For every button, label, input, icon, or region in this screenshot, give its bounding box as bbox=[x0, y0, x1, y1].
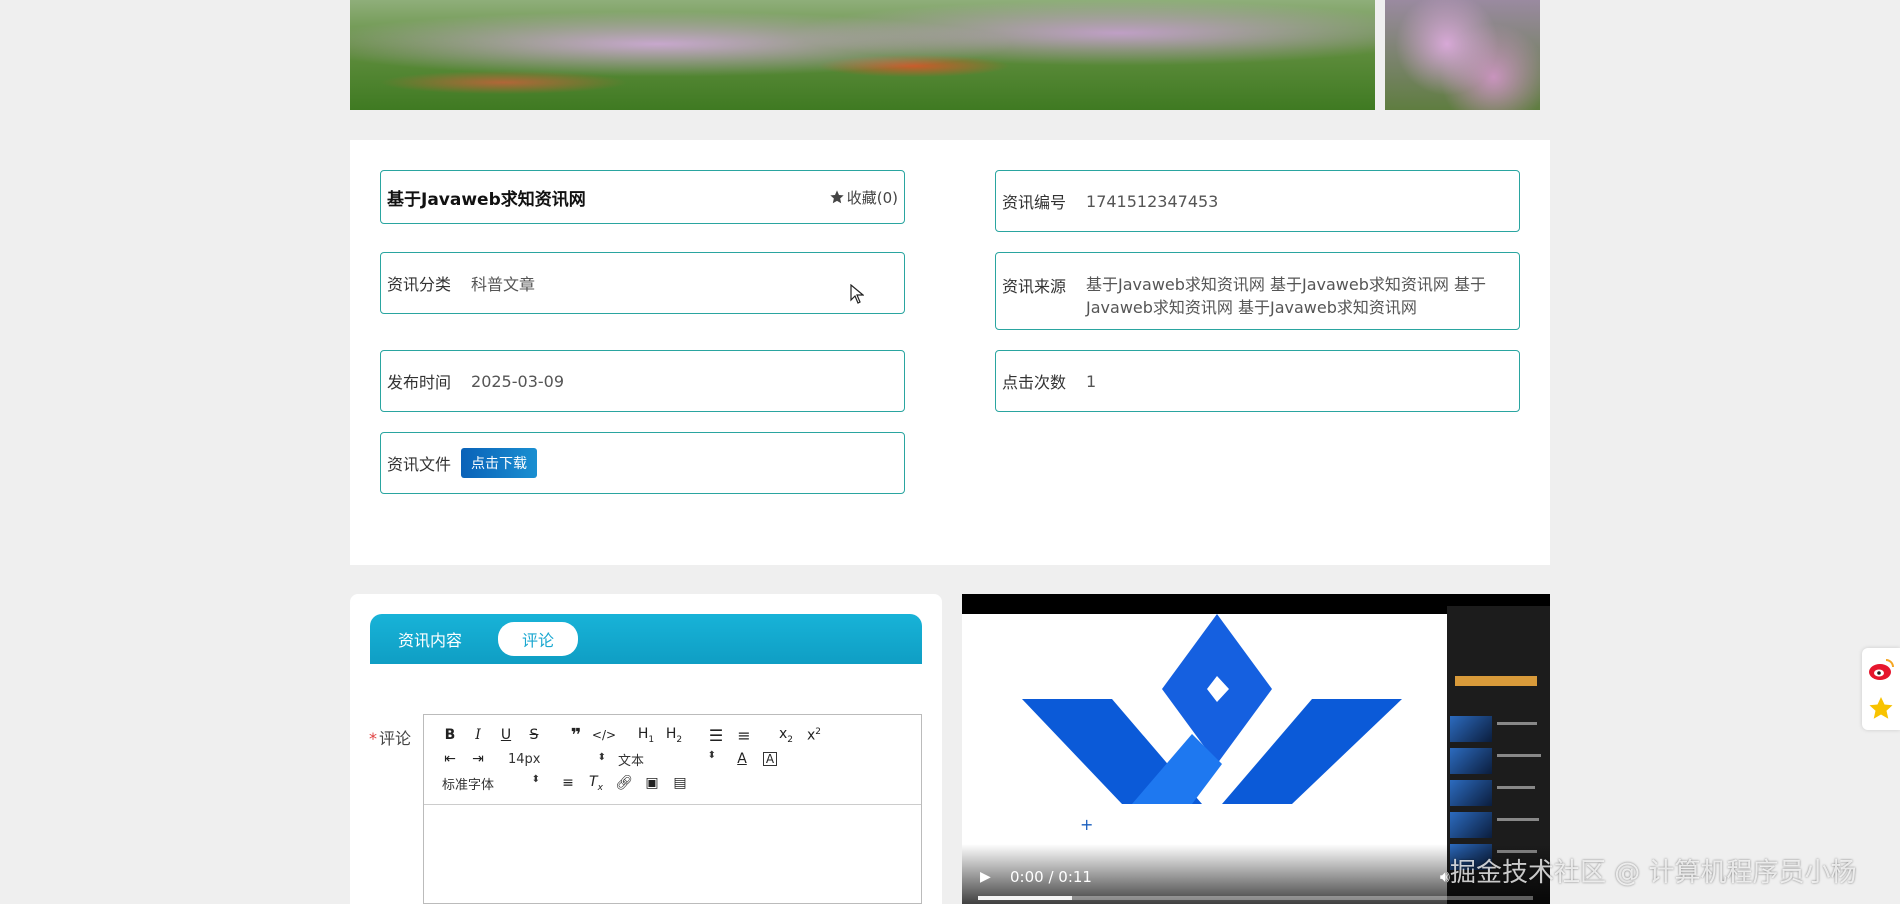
article-title: 基于Javaweb求知资讯网 bbox=[387, 189, 586, 210]
background-color-icon[interactable]: A bbox=[763, 752, 777, 766]
number-label: 资讯编号 bbox=[1002, 193, 1067, 212]
mouse-cursor-icon bbox=[850, 283, 865, 308]
text-style-value: 文本 bbox=[618, 753, 645, 769]
text-style-select[interactable]: 文本 ⬍ bbox=[612, 750, 722, 769]
title-field: 基于Javaweb求知资讯网 收藏(0) bbox=[380, 170, 905, 224]
banner-image bbox=[350, 0, 1375, 110]
image-icon[interactable]: ▣ bbox=[638, 775, 666, 791]
editor-content-area[interactable] bbox=[424, 805, 921, 903]
subscript-icon[interactable]: x2 bbox=[772, 726, 800, 745]
banner-side-image bbox=[1385, 0, 1540, 110]
clear-format-icon[interactable]: Tx bbox=[582, 774, 610, 793]
category-value: 科普文章 bbox=[471, 275, 536, 294]
editor-toolbar: B I U S ❞ </> H1 H2 ☰ ≡ x2 x2 ⇤ ⇥ 14px ⬍ … bbox=[424, 715, 921, 805]
comment-label-text: 评论 bbox=[379, 729, 412, 748]
video-time: 0:00 / 0:11 bbox=[1010, 868, 1092, 886]
heading2-icon[interactable]: H2 bbox=[660, 726, 688, 745]
tab-content[interactable]: 资讯内容 bbox=[374, 623, 486, 655]
toolbar-row-3: 标准字体 ⬍ ≡ Tx 🔗︎ ▣ ▤ bbox=[436, 771, 909, 795]
star-icon bbox=[830, 190, 844, 204]
publish-label: 发布时间 bbox=[387, 373, 452, 392]
file-field: 资讯文件 点击下载 bbox=[380, 432, 905, 494]
favorite-label: 收藏(0) bbox=[846, 188, 898, 207]
heading1-icon[interactable]: H1 bbox=[632, 726, 660, 745]
comment-editor: B I U S ❞ </> H1 H2 ☰ ≡ x2 x2 ⇤ ⇥ 14px ⬍ … bbox=[423, 714, 922, 904]
video-progress-fill bbox=[978, 896, 1073, 900]
source-field: 资讯来源 基于Javaweb求知资讯网 基于Javaweb求知资讯网 基于Jav… bbox=[995, 252, 1520, 330]
indent-icon[interactable]: ⇥ bbox=[464, 751, 492, 767]
download-button[interactable]: 点击下载 bbox=[461, 448, 538, 478]
watermark: 掘金技术社区 @ 计算机程序员小杨 bbox=[1450, 858, 1857, 888]
select-arrow-icon: ⬍ bbox=[597, 751, 606, 763]
toolbar-row-2: ⇤ ⇥ 14px ⬍ 文本 ⬍ A A bbox=[436, 747, 909, 771]
align-icon[interactable]: ≡ bbox=[554, 775, 582, 791]
code-block-icon[interactable]: </> bbox=[590, 728, 618, 742]
required-mark: * bbox=[369, 729, 377, 748]
italic-icon[interactable]: I bbox=[464, 727, 492, 743]
clicks-field: 点击次数 1 bbox=[995, 350, 1520, 412]
svg-text:+: + bbox=[1080, 815, 1093, 834]
publish-field: 发布时间 2025-03-09 bbox=[380, 350, 905, 412]
play-icon[interactable]: ▶ bbox=[980, 869, 991, 885]
category-label: 资讯分类 bbox=[387, 275, 452, 294]
source-label: 资讯来源 bbox=[1002, 277, 1067, 296]
volume-icon[interactable]: 🔊︎ bbox=[1440, 867, 1450, 887]
blockquote-icon[interactable]: ❞ bbox=[562, 725, 590, 746]
tab-comment[interactable]: 评论 bbox=[498, 622, 579, 656]
font-size-select[interactable]: 14px ⬍ bbox=[502, 752, 612, 767]
video-progress-bar[interactable] bbox=[978, 896, 1533, 900]
font-color-icon[interactable]: A bbox=[728, 751, 756, 767]
clicks-value: 1 bbox=[1086, 371, 1097, 391]
video-icon[interactable]: ▤ bbox=[666, 775, 694, 791]
superscript-icon[interactable]: x2 bbox=[800, 727, 828, 744]
tab-bar: 资讯内容 评论 bbox=[370, 614, 922, 664]
category-field: 资讯分类 科普文章 bbox=[380, 252, 905, 314]
select-arrow-icon: ⬍ bbox=[531, 773, 540, 785]
clicks-label: 点击次数 bbox=[1002, 373, 1067, 392]
bold-icon[interactable]: B bbox=[436, 727, 464, 743]
ordered-list-icon[interactable]: ☰ bbox=[702, 726, 730, 745]
select-arrow-icon: ⬍ bbox=[707, 749, 716, 761]
font-family-value: 标准字体 bbox=[442, 777, 495, 793]
share-float bbox=[1862, 648, 1900, 730]
source-value: 基于Javaweb求知资讯网 基于Javaweb求知资讯网 基于Javaweb求… bbox=[1086, 275, 1486, 317]
strikethrough-icon[interactable]: S bbox=[520, 727, 548, 743]
font-family-select[interactable]: 标准字体 ⬍ bbox=[436, 774, 546, 793]
comment-field-label: * 评论 bbox=[369, 725, 411, 749]
favorite-button[interactable]: 收藏(0) bbox=[829, 187, 898, 208]
qzone-icon[interactable] bbox=[1866, 694, 1896, 724]
link-icon[interactable]: 🔗︎ bbox=[610, 775, 638, 791]
number-field: 资讯编号 1741512347453 bbox=[995, 170, 1520, 232]
weibo-icon[interactable] bbox=[1866, 654, 1896, 684]
outdent-icon[interactable]: ⇤ bbox=[436, 751, 464, 767]
font-size-value: 14px bbox=[508, 751, 541, 767]
toolbar-row-1: B I U S ❞ </> H1 H2 ☰ ≡ x2 x2 bbox=[436, 723, 909, 747]
file-label: 资讯文件 bbox=[387, 455, 452, 474]
info-panel: 基于Javaweb求知资讯网 收藏(0) 资讯编号 1741512347453 … bbox=[350, 140, 1550, 565]
number-value: 1741512347453 bbox=[1086, 191, 1219, 211]
publish-value: 2025-03-09 bbox=[471, 371, 564, 391]
bullet-list-icon[interactable]: ≡ bbox=[730, 726, 758, 745]
underline-icon[interactable]: U bbox=[492, 727, 520, 743]
